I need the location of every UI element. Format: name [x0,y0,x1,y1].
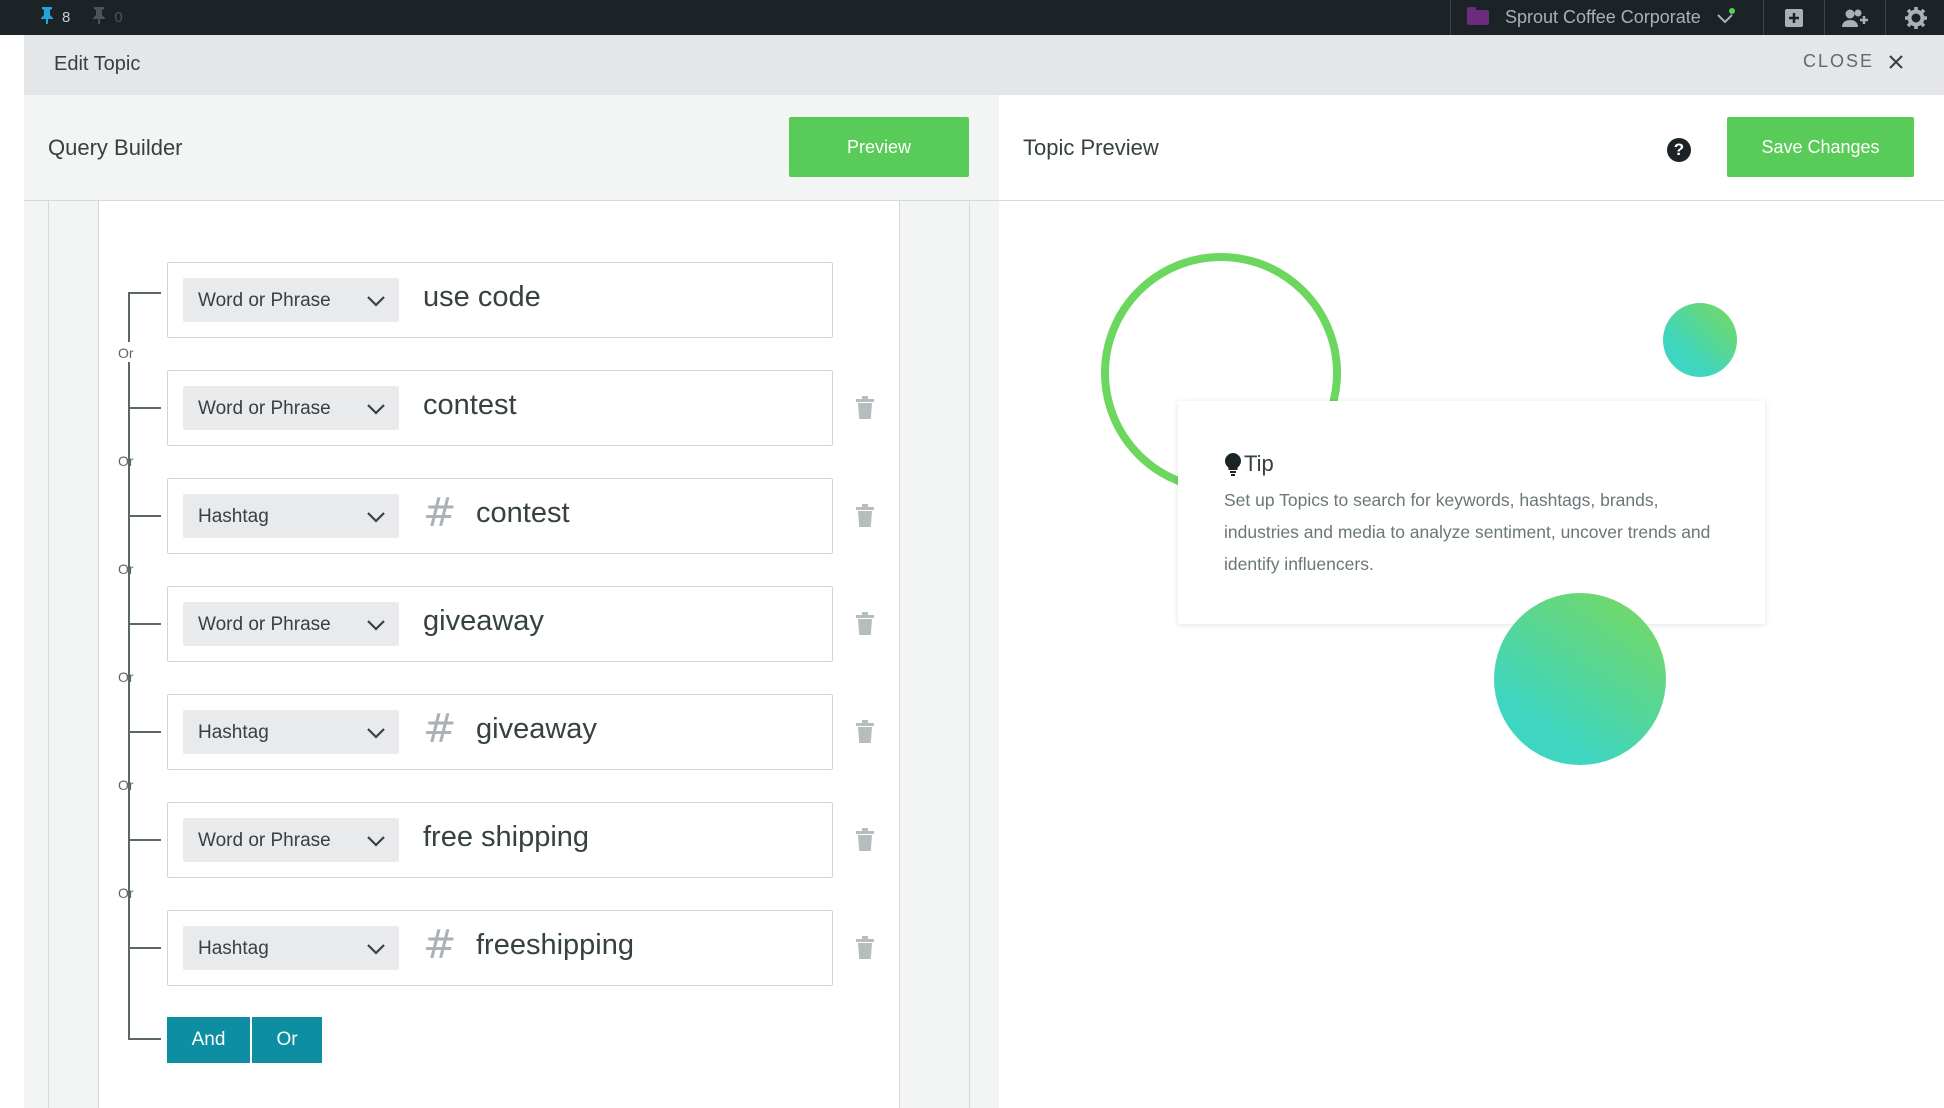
type-select[interactable]: Hashtag [183,926,399,970]
status-dot [1728,7,1735,14]
preview-button[interactable]: Preview [789,117,969,177]
query-row: Hashtag # giveaway [167,694,833,770]
tip-text: Set up Topics to search for keywords, ha… [1224,490,1711,574]
tree-branch [128,947,161,949]
chevron-down-icon [365,722,387,749]
pins-count: 8 [62,8,71,26]
add-user-button[interactable] [1824,0,1885,35]
or-connector-label: Or [118,885,134,901]
tree-trunk [128,292,130,342]
top-bar: 8 0 Sprout Coffee Corporate [0,0,1944,35]
gear-icon [1905,6,1927,29]
type-select[interactable]: Hashtag [183,710,399,754]
decorative-circle [1494,593,1666,765]
edit-topic-header: Edit Topic CLOSE [24,35,1944,95]
type-select[interactable]: Hashtag [183,494,399,538]
and-button[interactable]: And [167,1017,250,1063]
settings-button[interactable] [1885,0,1944,35]
chevron-down-icon [365,398,387,425]
type-select-value: Word or Phrase [198,290,331,311]
hashtag-icon: # [423,706,457,752]
type-select-value: Word or Phrase [198,830,331,851]
boolean-buttons: And Or [167,1017,322,1063]
help-icon[interactable]: ? [1667,138,1691,162]
type-select-value: Hashtag [198,722,269,743]
compose-button[interactable] [1763,0,1824,35]
hashtag-icon: # [423,490,457,536]
query-builder-title: Query Builder [48,135,183,160]
type-select-value: Hashtag [198,938,269,959]
chevron-down-icon [365,614,387,641]
delete-icon[interactable] [855,828,875,852]
query-input[interactable]: freeshipping [476,929,634,962]
add-user-icon [1842,9,1868,27]
close-label: CLOSE [1802,51,1874,71]
tree-branch [128,623,161,625]
query-input[interactable]: giveaway [423,605,544,638]
close-icon [1889,54,1903,69]
chevron-down-icon [365,506,387,533]
chevron-down-icon [365,830,387,857]
org-name: Sprout Coffee Corporate [1505,7,1701,27]
query-row: Word or Phrase giveaway [167,586,833,662]
tree-branch [128,839,161,841]
query-row: Hashtag # contest [167,478,833,554]
save-changes-button[interactable]: Save Changes [1727,117,1914,177]
or-connector-label: Or [118,345,134,361]
chevron-down-icon [365,938,387,965]
delete-icon[interactable] [855,936,875,960]
tip-title: Tip [1224,451,1274,477]
user-icon[interactable] [92,6,106,28]
query-input[interactable]: giveaway [476,713,597,746]
query-row: Word or Phrase contest [167,370,833,446]
or-connector-label: Or [118,453,134,469]
delete-icon[interactable] [855,612,875,636]
type-select[interactable]: Word or Phrase [183,818,399,862]
delete-icon[interactable] [855,720,875,744]
query-row: Hashtag # freeshipping [167,910,833,986]
or-connector-label: Or [118,561,134,577]
tree-branch [128,731,161,733]
type-select-value: Word or Phrase [198,398,331,419]
type-select-value: Hashtag [198,506,269,527]
delete-icon[interactable] [855,504,875,528]
type-select-value: Word or Phrase [198,614,331,635]
page-title: Edit Topic [54,53,141,75]
chevron-down-icon [1715,7,1735,28]
tree-branch [128,515,161,517]
decorative-circle [1663,303,1737,377]
query-row: Word or Phrase use code [167,262,833,338]
query-input[interactable]: contest [423,389,517,422]
query-input[interactable]: free shipping [423,821,589,854]
lightbulb-icon [1225,453,1241,476]
topic-preview-header: Topic Preview ? Save Changes [999,95,1944,201]
type-select[interactable]: Word or Phrase [183,602,399,646]
type-select[interactable]: Word or Phrase [183,278,399,322]
query-input[interactable]: use code [423,281,541,314]
or-connector-label: Or [118,777,134,793]
tree-branch [128,1038,161,1040]
org-switcher[interactable]: Sprout Coffee Corporate [1450,0,1762,35]
tree-branch [128,292,161,294]
chevron-down-icon [365,290,387,317]
pin-icon[interactable] [40,6,54,28]
query-builder-header: Query Builder Preview [24,95,999,201]
type-select[interactable]: Word or Phrase [183,386,399,430]
top-bar-counters: 8 0 [40,6,123,28]
query-input[interactable]: contest [476,497,570,530]
or-button[interactable]: Or [252,1017,322,1063]
tip-card: Tip Set up Topics to search for keywords… [1178,401,1765,624]
tip-title-text: Tip [1244,451,1274,476]
delete-icon[interactable] [855,396,875,420]
compose-plus-icon [1785,8,1803,27]
users-count: 0 [114,8,123,26]
query-row: Word or Phrase free shipping [167,802,833,878]
close-button[interactable]: CLOSE [1803,51,1904,72]
or-connector-label: Or [118,669,134,685]
topic-preview-title: Topic Preview [1023,135,1159,160]
hashtag-icon: # [423,922,457,968]
tree-branch [128,407,161,409]
folder-icon [1467,7,1489,25]
